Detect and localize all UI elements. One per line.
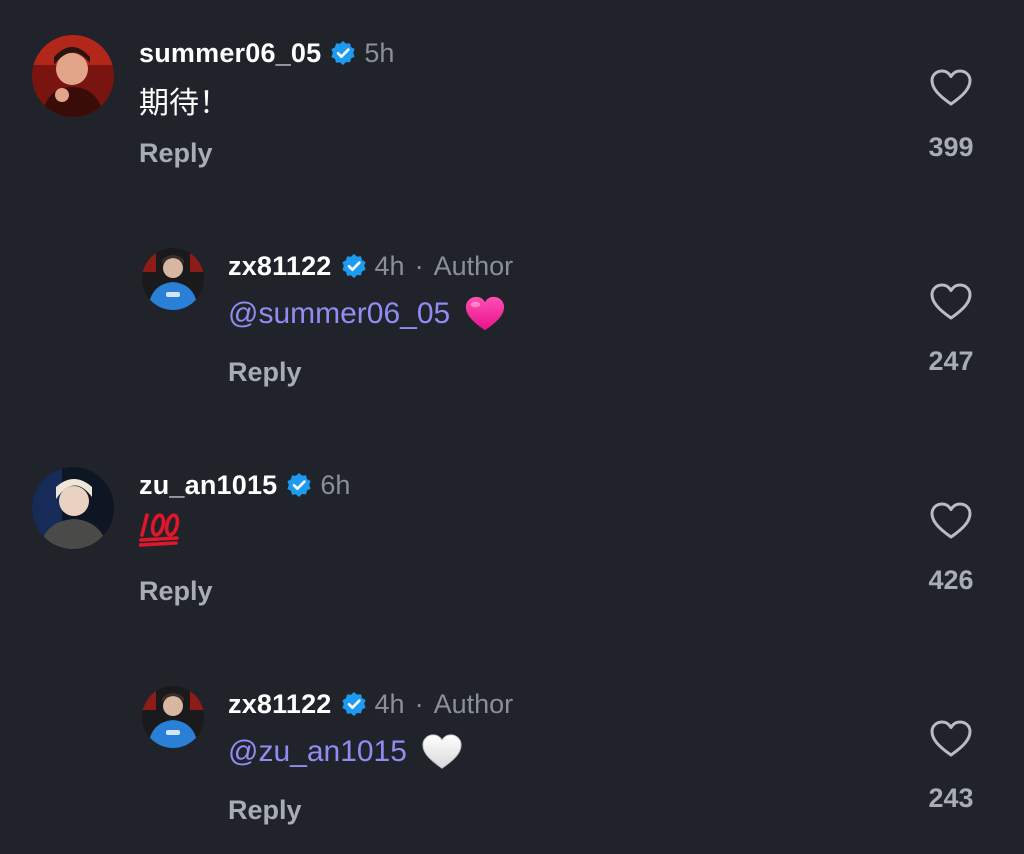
reply-button[interactable]: Reply (228, 357, 302, 388)
comment-header: zx81122 4h · Author (228, 687, 513, 721)
heart-outline-icon[interactable] (929, 68, 973, 108)
separator: · (414, 250, 424, 281)
timestamp: 5h (364, 37, 395, 68)
reply-button[interactable]: Reply (139, 138, 213, 169)
like-count: 426 (928, 565, 974, 595)
verified-badge-icon (286, 472, 312, 498)
timestamp: 4h (374, 250, 405, 281)
verified-badge-icon (341, 253, 367, 279)
reply-button[interactable]: Reply (139, 576, 213, 607)
username[interactable]: zx81122 (228, 689, 332, 720)
timestamp: 4h (374, 688, 405, 719)
separator: · (414, 688, 424, 719)
avatar[interactable] (32, 467, 114, 549)
reply-button[interactable]: Reply (228, 795, 302, 826)
avatar[interactable] (142, 686, 204, 748)
comment-text: @zu_an1015 (228, 730, 463, 774)
comment-body: 期待！ (139, 87, 229, 120)
like-count: 243 (928, 783, 974, 813)
username[interactable]: summer06_05 (139, 38, 321, 69)
author-label: Author (433, 250, 514, 281)
heart-outline-icon[interactable] (929, 501, 973, 541)
like-count: 247 (928, 346, 974, 376)
verified-badge-icon (330, 40, 356, 66)
hundred-points-emoji (138, 509, 181, 555)
mention-link[interactable]: @zu_an1015 (228, 735, 407, 769)
comment-text: @summer06_05 (228, 292, 506, 336)
like-count: 399 (928, 132, 974, 162)
avatar[interactable] (32, 35, 114, 117)
comment-header: zu_an1015 6h (139, 468, 350, 502)
timestamp: 6h (320, 469, 351, 500)
heart-outline-icon[interactable] (929, 282, 973, 322)
comment-header: summer06_05 5h (139, 36, 394, 70)
mention-link[interactable]: @summer06_05 (228, 297, 450, 331)
comment-text (138, 509, 181, 555)
heart-outline-icon[interactable] (929, 719, 973, 759)
comment-header: zx81122 4h · Author (228, 249, 513, 283)
avatar[interactable] (142, 248, 204, 310)
comment-text: 期待！ (139, 78, 229, 122)
verified-badge-icon (341, 691, 367, 717)
pink-heart-emoji (464, 294, 506, 334)
username[interactable]: zx81122 (228, 251, 332, 282)
white-heart-emoji (421, 732, 463, 772)
author-label: Author (433, 688, 514, 719)
username[interactable]: zu_an1015 (139, 470, 277, 501)
